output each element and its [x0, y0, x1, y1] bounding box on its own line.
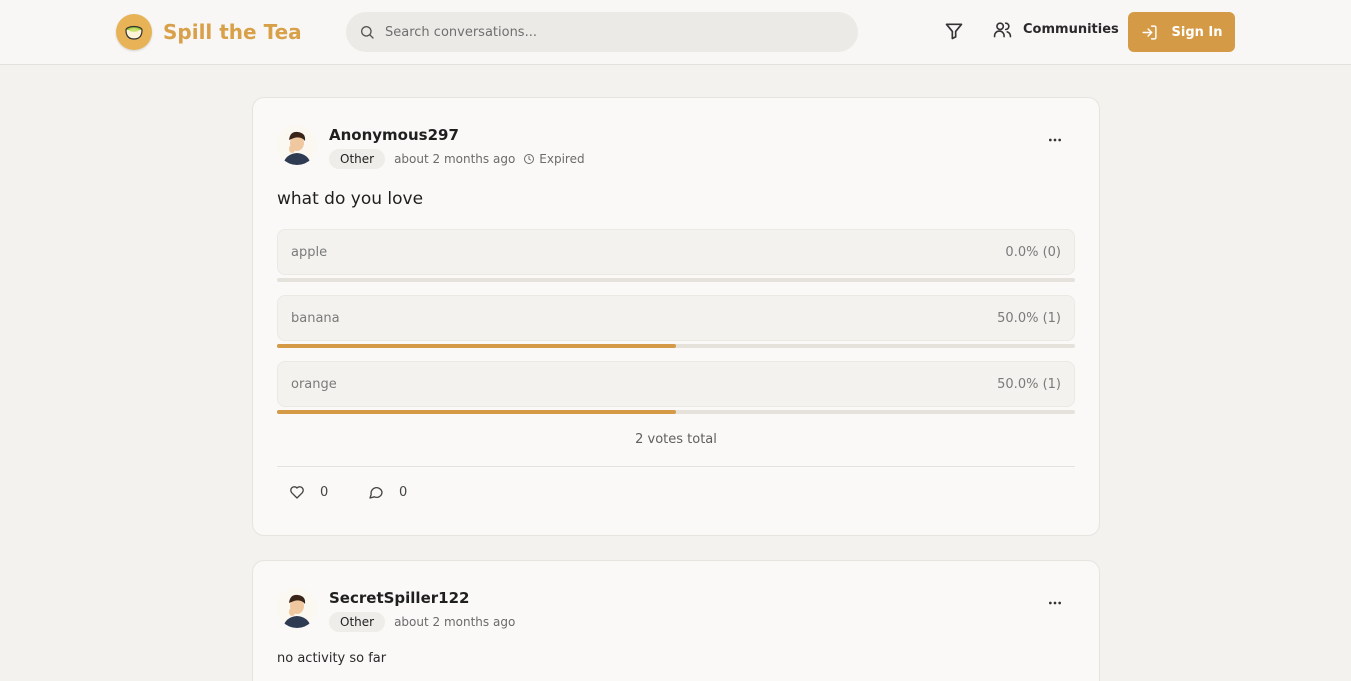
status-label: Expired — [539, 152, 585, 166]
poll-bar-fill — [277, 344, 676, 348]
comment-button[interactable]: 0 — [368, 484, 407, 500]
poll-question: what do you love — [277, 189, 424, 209]
poll-bar-fill — [277, 410, 676, 414]
poll-bar — [277, 410, 1075, 414]
post-time: about 2 months ago — [394, 615, 516, 629]
post-time: about 2 months ago — [394, 152, 516, 166]
sign-in-button[interactable]: Sign In — [1128, 12, 1235, 52]
tea-cup-icon — [116, 14, 152, 50]
comment-icon — [369, 486, 383, 499]
brand-logo[interactable]: Spill the Tea — [116, 14, 302, 50]
more-horizontal-icon — [1049, 138, 1061, 142]
post-body: no activity so far — [277, 651, 387, 666]
post-author[interactable]: Anonymous297 — [329, 126, 459, 144]
votes-total: 2 votes total — [635, 432, 717, 447]
comment-count: 0 — [399, 484, 408, 500]
option-stat: 50.0% (1) — [997, 310, 1061, 326]
search-icon — [361, 26, 374, 39]
poll-bar — [277, 278, 1075, 282]
login-icon — [1141, 24, 1157, 40]
option-stat: 50.0% (1) — [997, 376, 1061, 392]
post-card: Anonymous297 Other about 2 months ago Ex… — [252, 97, 1100, 536]
search-bar[interactable] — [346, 12, 858, 52]
like-button[interactable]: 0 — [289, 484, 328, 500]
category-badge[interactable]: Other — [329, 149, 386, 169]
option-label: apple — [291, 244, 328, 260]
avatar[interactable] — [277, 588, 317, 628]
top-header: Spill the Tea Communities Sign In — [0, 0, 1351, 65]
sign-in-label: Sign In — [1171, 24, 1223, 40]
poll-bar — [277, 344, 1075, 348]
communities-label: Communities — [1023, 22, 1119, 37]
filter-icon — [945, 23, 963, 40]
search-input[interactable] — [385, 24, 825, 40]
more-options-button[interactable] — [1047, 595, 1063, 611]
avatar[interactable] — [277, 125, 317, 165]
category-badge[interactable]: Other — [329, 612, 386, 632]
more-horizontal-icon — [1049, 601, 1061, 605]
heart-icon — [290, 486, 304, 499]
divider — [277, 466, 1075, 467]
post-author[interactable]: SecretSpiller122 — [329, 589, 469, 607]
option-stat: 0.0% (0) — [1005, 244, 1061, 260]
poll-option[interactable]: orange 50.0% (1) — [277, 361, 1075, 407]
post-meta: Other about 2 months ago — [329, 612, 515, 632]
post-card: SecretSpiller122 Other about 2 months ag… — [252, 560, 1100, 681]
like-count: 0 — [320, 484, 329, 500]
poll-option[interactable]: apple 0.0% (0) — [277, 229, 1075, 275]
clock-icon — [524, 154, 535, 164]
option-label: banana — [291, 310, 340, 326]
brand-name: Spill the Tea — [163, 20, 302, 44]
users-icon — [993, 22, 1012, 38]
filter-button[interactable] — [944, 21, 966, 43]
option-label: orange — [291, 376, 337, 392]
post-meta: Other about 2 months ago Expired — [329, 149, 585, 169]
communities-button[interactable]: Communities — [993, 20, 1119, 39]
expired-status: Expired — [523, 152, 585, 166]
poll-option[interactable]: banana 50.0% (1) — [277, 295, 1075, 341]
more-options-button[interactable] — [1047, 132, 1063, 148]
